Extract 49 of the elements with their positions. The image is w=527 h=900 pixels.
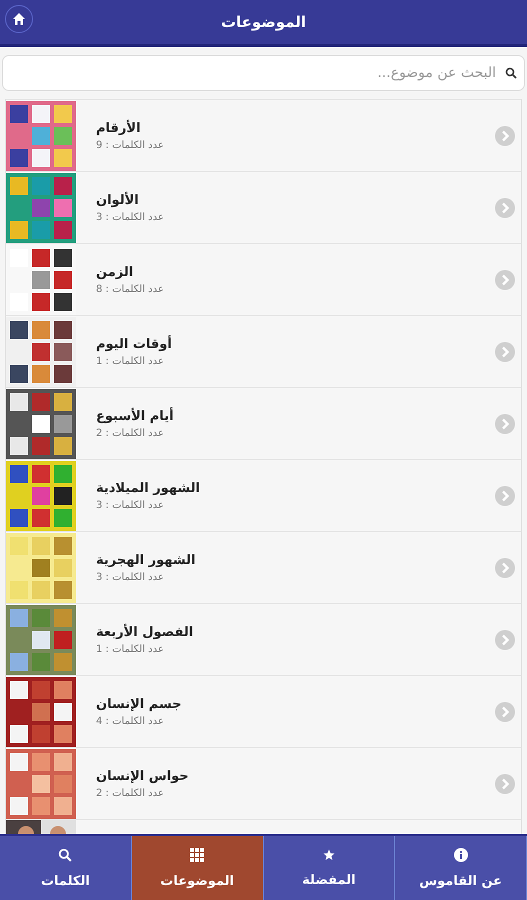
topic-title: جسم الإنسان: [96, 696, 182, 712]
star-icon: [322, 848, 335, 860]
chevron-icon: [495, 414, 515, 434]
topic-title: الشهور الهجرية: [96, 552, 196, 568]
chevron-icon: [495, 342, 515, 362]
topic-row[interactable]: حواس الإنسان عدد الكلمات : 2: [6, 747, 521, 819]
topic-row[interactable]: الشهور الهجرية عدد الكلمات : 3: [6, 531, 521, 603]
word-count: عدد الكلمات : 2: [96, 428, 164, 438]
chevron-icon: [495, 198, 515, 218]
topic-row[interactable]: الشهور الميلادية عدد الكلمات : 3: [6, 459, 521, 531]
chevron-icon: [495, 126, 515, 146]
topic-title: أوقات اليوم: [96, 336, 172, 352]
chevron-icon: [495, 702, 515, 722]
chevron-icon: [495, 630, 515, 650]
topic-row[interactable]: الأرقام عدد الكلمات : 9: [6, 99, 521, 171]
screen-title: الموضوعات: [220, 13, 306, 31]
search-field[interactable]: البحث عن موضوع...: [2, 55, 525, 91]
search-icon: [58, 848, 72, 862]
topic-title: الفصول الأربعة: [96, 624, 194, 640]
word-count: عدد الكلمات : 1: [96, 356, 164, 366]
topic-title: الأرقام: [96, 120, 141, 136]
topic-row[interactable]: أوقات اليوم عدد الكلمات : 1: [6, 315, 521, 387]
word-count: عدد الكلمات : 9: [96, 140, 164, 150]
chevron-icon: [495, 774, 515, 794]
home-icon: [12, 12, 26, 26]
topic-title: أيام الأسبوع: [96, 408, 174, 424]
chevron-icon: [495, 486, 515, 506]
topic-row[interactable]: الفصول الأربعة عدد الكلمات : 1: [6, 603, 521, 675]
topic-row[interactable]: الألوان عدد الكلمات : 3: [6, 171, 521, 243]
word-count: عدد الكلمات : 3: [96, 572, 164, 582]
info-icon: [454, 848, 468, 862]
word-count: عدد الكلمات : 8: [96, 284, 164, 294]
topic-title: الألوان: [96, 192, 139, 208]
home-button[interactable]: [5, 5, 33, 33]
word-count: عدد الكلمات : 3: [96, 500, 164, 510]
chevron-icon: [495, 558, 515, 578]
search-icon: [505, 67, 517, 79]
topic-title: الزمن: [96, 264, 134, 280]
word-count: عدد الكلمات : 2: [96, 788, 164, 798]
nav-tab[interactable]: الموضوعات: [132, 836, 264, 900]
topic-row[interactable]: أيام الأسبوع عدد الكلمات : 2: [6, 387, 521, 459]
grid-icon: [190, 848, 204, 862]
topic-title: حواس الإنسان: [96, 768, 189, 784]
topic-title: الشهور الميلادية: [96, 480, 200, 496]
chevron-icon: [495, 270, 515, 290]
word-count: عدد الكلمات : 3: [96, 212, 164, 222]
topic-row[interactable]: جسم الإنسان عدد الكلمات : 4: [6, 675, 521, 747]
word-count: عدد الكلمات : 1: [96, 644, 164, 654]
word-count: عدد الكلمات : 4: [96, 716, 164, 726]
